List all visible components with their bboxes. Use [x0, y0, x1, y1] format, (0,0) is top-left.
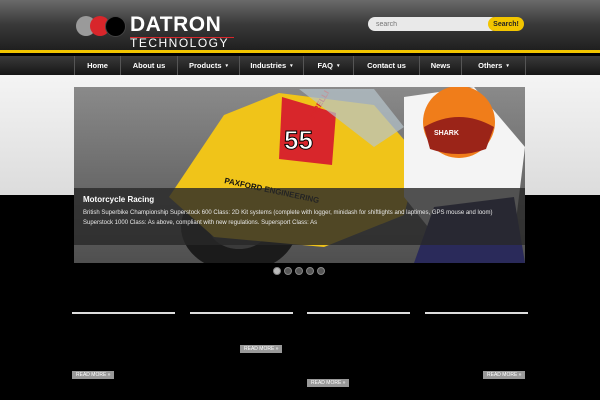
chevron-down-icon: ▾: [506, 62, 509, 69]
nav-item-products[interactable]: Products ▾: [178, 56, 240, 75]
read-more-link[interactable]: READ MORE »: [307, 379, 350, 387]
nav-item-others[interactable]: Others ▾: [462, 56, 526, 75]
read-more-link[interactable]: READ MORE »: [240, 345, 283, 353]
nav-item-label: Industries: [250, 61, 287, 70]
hero-slider[interactable]: 55 PAXFORD ENGINEERING PIRELLI SHARK Mot…: [74, 87, 525, 263]
feature-column: READ MORE »: [425, 288, 528, 381]
chevron-down-icon: ▾: [290, 62, 293, 69]
nav-item-label: News: [430, 61, 451, 70]
search-button[interactable]: Search!: [488, 17, 524, 31]
logo-tagline: TECHNOLOGY: [130, 36, 230, 50]
read-more-link[interactable]: READ MORE »: [72, 371, 115, 379]
nav-item-contact-us[interactable]: Contact us: [354, 56, 420, 75]
slide-dot[interactable]: [273, 267, 281, 275]
nav-item-label: Home: [87, 61, 108, 70]
nav-item-label: Products: [188, 61, 222, 70]
nav-item-industries[interactable]: Industries ▾: [240, 56, 304, 75]
slider-pagination: [273, 267, 325, 275]
feature-column: READ MORE »: [307, 288, 410, 389]
nav-item-label: Others: [478, 61, 503, 70]
nav-item-news[interactable]: News: [420, 56, 462, 75]
nav-item-label: Contact us: [367, 61, 406, 70]
nav-item-about-us[interactable]: About us: [121, 56, 178, 75]
feature-column: READ MORE »: [190, 288, 293, 355]
slide-dot[interactable]: [284, 267, 292, 275]
read-more-link[interactable]: READ MORE »: [483, 371, 526, 379]
column-divider: [307, 312, 410, 314]
nav-item-label: FAQ: [317, 61, 333, 70]
helmet-brand: SHARK: [434, 130, 459, 137]
slide-dot[interactable]: [306, 267, 314, 275]
logo-wordmark: DATRON: [130, 13, 222, 36]
feature-column: READ MORE »: [72, 288, 175, 381]
nav-item-faq[interactable]: FAQ ▾: [304, 56, 354, 75]
main-nav: Home About us Products ▾ Industries ▾ FAQ ▾…: [0, 56, 600, 75]
nav-item-label: About us: [132, 61, 166, 70]
slide-dot[interactable]: [317, 267, 325, 275]
bike-number: 55: [284, 125, 313, 155]
chevron-down-icon: ▾: [336, 62, 340, 69]
column-title: [425, 288, 528, 304]
nav-item-home[interactable]: Home: [74, 56, 121, 75]
chevron-down-icon: ▾: [225, 62, 229, 69]
logo-dot-black: [105, 16, 126, 37]
column-title: [72, 288, 175, 304]
column-title: [307, 288, 410, 304]
column-divider: [72, 312, 175, 314]
column-title: [190, 288, 293, 304]
column-divider: [190, 312, 293, 314]
slide-text: British Superbike Championship Superstoc…: [83, 210, 493, 226]
slide-caption: Motorcycle Racing British Superbike Cham…: [74, 188, 525, 245]
slide-title: Motorcycle Racing: [83, 195, 155, 204]
slide-dot[interactable]: [295, 267, 303, 275]
site-header: DATRON TECHNOLOGY Search!: [0, 0, 600, 53]
search-input[interactable]: [368, 17, 498, 31]
column-divider: [425, 312, 528, 314]
